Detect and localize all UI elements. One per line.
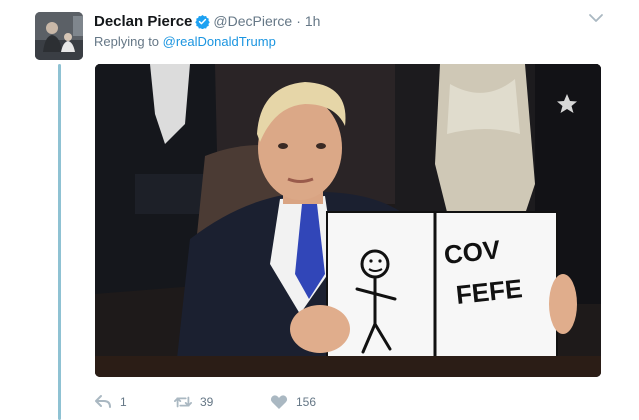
avatar-photo <box>35 12 83 60</box>
thread-line <box>58 64 61 420</box>
reply-icon <box>95 395 111 408</box>
reply-count: 1 <box>120 395 127 409</box>
author-name[interactable]: Declan Pierce <box>94 13 192 30</box>
sign-text-line1: COV <box>442 234 502 270</box>
tweet-media-image[interactable]: COV FEFE <box>95 64 601 377</box>
tweet: Declan Pierce @DecPierce · 1h Replying t… <box>0 0 639 420</box>
reply-to-link[interactable]: @realDonaldTrump <box>163 34 276 49</box>
replying-to-label: Replying to <box>94 34 163 49</box>
avatar[interactable] <box>35 12 83 60</box>
replying-to: Replying to @realDonaldTrump <box>94 34 276 49</box>
verified-badge-icon <box>195 14 211 29</box>
author-handle[interactable]: @DecPierce <box>213 13 292 29</box>
chevron-down-icon[interactable] <box>588 12 604 24</box>
tweet-header: Declan Pierce @DecPierce · 1h <box>94 11 320 31</box>
separator-dot: · <box>296 13 301 29</box>
retweet-button[interactable]: 39 <box>174 394 270 410</box>
retweet-icon <box>174 396 192 408</box>
like-button[interactable]: 156 <box>270 394 360 410</box>
heart-icon <box>270 395 288 409</box>
timestamp[interactable]: 1h <box>305 13 321 29</box>
retweet-count: 39 <box>200 395 214 409</box>
tweet-actions: 1 39 156 <box>94 392 360 412</box>
reply-button[interactable]: 1 <box>94 394 174 410</box>
media-photo: COV FEFE <box>95 64 601 377</box>
like-count: 156 <box>296 395 317 409</box>
